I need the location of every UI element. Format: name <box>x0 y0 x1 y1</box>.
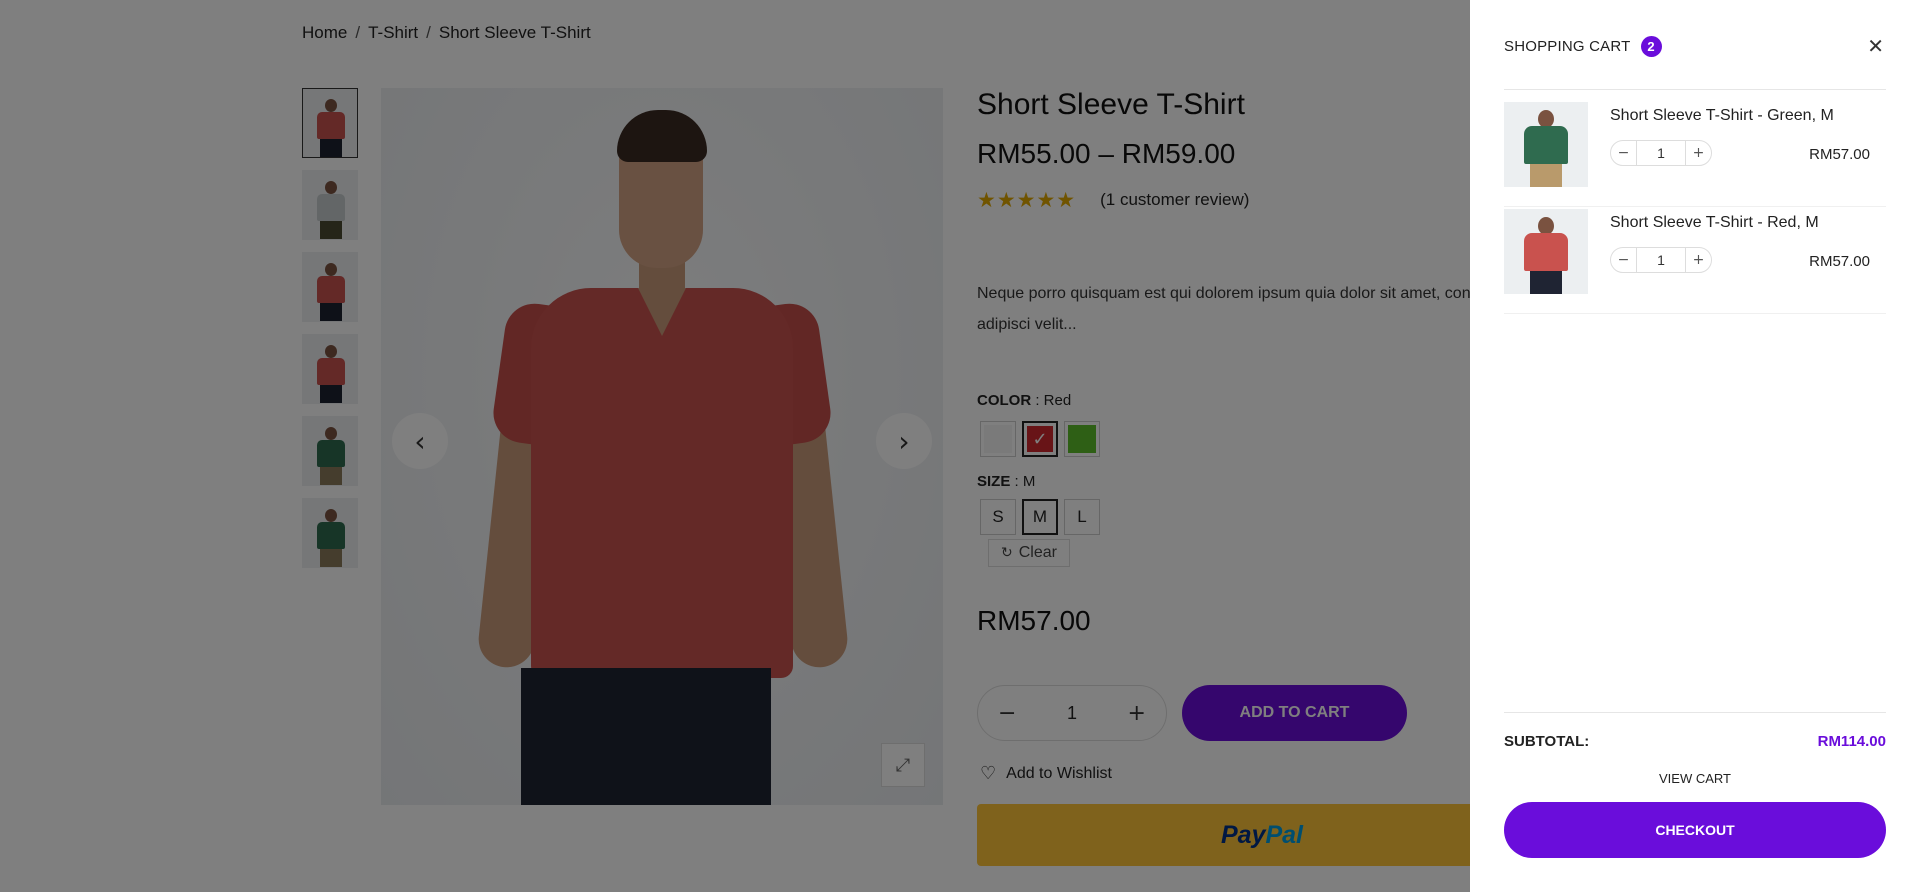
cart-item-price: RM57.00 <box>1809 253 1870 270</box>
subtotal: SUBTOTAL: RM114.00 <box>1504 733 1886 750</box>
cart-item-quantity-stepper: − 1 + <box>1610 140 1712 166</box>
cart-item-image[interactable] <box>1504 209 1588 294</box>
cart-item: Short Sleeve T-Shirt - Green, M − 1 + RM57.0… <box>1504 100 1886 207</box>
cart-item-name[interactable]: Short Sleeve T-Shirt - Red, M <box>1610 214 1819 232</box>
cart-title: SHOPPING CART <box>1504 37 1631 55</box>
plus-icon[interactable]: + <box>1684 141 1711 165</box>
cart-item-qty-value[interactable]: 1 <box>1657 252 1665 268</box>
minus-icon[interactable]: − <box>1611 141 1637 165</box>
divider <box>1504 89 1886 90</box>
cart-item-name[interactable]: Short Sleeve T-Shirt - Green, M <box>1610 107 1834 125</box>
checkout-button[interactable]: CHECKOUT <box>1504 802 1886 858</box>
divider <box>1504 712 1886 713</box>
cart-drawer: SHOPPING CART 2 ✕ Short Sleeve T-Shirt -… <box>1470 0 1920 892</box>
cart-count-badge: 2 <box>1640 35 1662 57</box>
close-icon[interactable]: ✕ <box>1867 34 1884 58</box>
minus-icon[interactable]: − <box>1611 248 1637 272</box>
subtotal-label: SUBTOTAL: <box>1504 733 1590 750</box>
cart-items: Short Sleeve T-Shirt - Green, M − 1 + RM57.0… <box>1504 100 1886 314</box>
view-cart-link[interactable]: VIEW CART <box>1504 771 1886 786</box>
cart-item: Short Sleeve T-Shirt - Red, M − 1 + RM57.00 <box>1504 207 1886 314</box>
cart-item-price: RM57.00 <box>1809 146 1870 163</box>
plus-icon[interactable]: + <box>1684 248 1711 272</box>
subtotal-value: RM114.00 <box>1817 733 1886 750</box>
cart-header: SHOPPING CART 2 ✕ <box>1504 34 1884 58</box>
cart-item-quantity-stepper: − 1 + <box>1610 247 1712 273</box>
cart-item-image[interactable] <box>1504 102 1588 187</box>
cart-item-qty-value[interactable]: 1 <box>1657 145 1665 161</box>
